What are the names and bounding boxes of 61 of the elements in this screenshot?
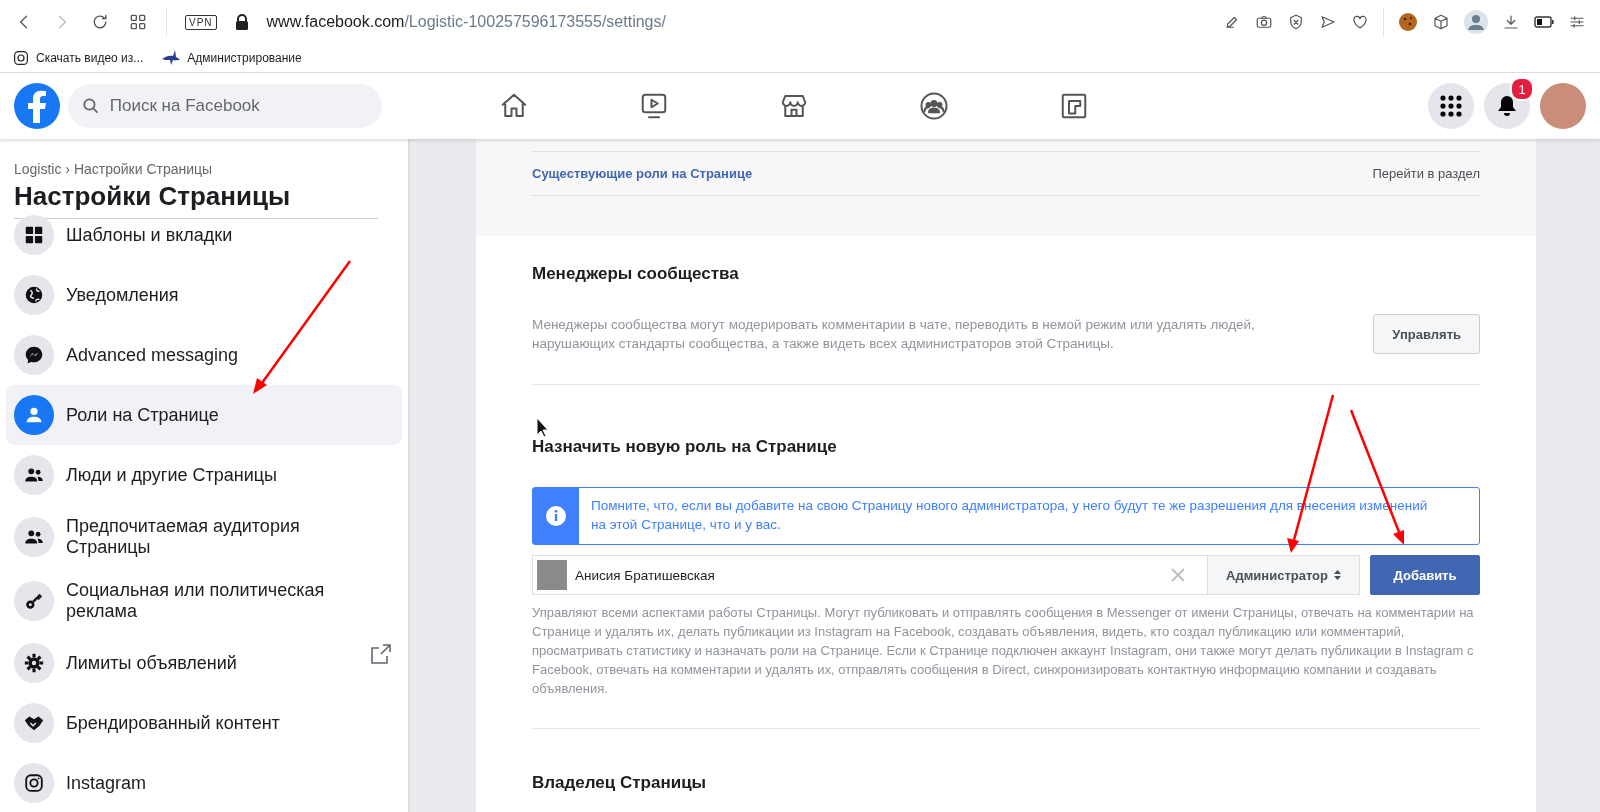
- globe-icon: [23, 284, 45, 306]
- sort-caret-icon: [1334, 570, 1341, 580]
- section-description: Менеджеры сообщества могут модерировать комментарии в чате, переводить в немой режим или удалять людей, нарушающих стандарты сообщества, а также видеть всех администраторов этой Страницы.: [532, 316, 1256, 353]
- profile-icon[interactable]: [1464, 10, 1488, 34]
- avatar[interactable]: [1540, 83, 1586, 129]
- sidebar-item[interactable]: Instagram: [6, 753, 402, 812]
- shield-icon[interactable]: [1287, 13, 1305, 31]
- add-button[interactable]: Добавить: [1370, 555, 1480, 595]
- bookmark-link[interactable]: Скачать видео из...: [36, 51, 144, 65]
- photo-placeholder: [537, 560, 567, 590]
- bookmark-link[interactable]: Администрирование: [187, 51, 302, 65]
- facebook-logo[interactable]: [14, 83, 60, 129]
- cube-icon[interactable]: [1432, 13, 1450, 31]
- bell-icon: [1497, 95, 1517, 117]
- manage-button[interactable]: Управлять: [1373, 314, 1480, 354]
- video-icon[interactable]: [639, 91, 669, 121]
- role-description: Управляют всеми аспектами работы Страницы. Могут публиковать и отправлять сообщения в Messenger от имени Страницы, отвечать на комментарии на Странице и удалять их, делать публикации из Instagram на Facebook, создавать объявления, видеть, кто создал публикацию или комментарий, просматривать статистику и назначать роли на Странице. Если к Странице подключен аккаунт Instagram, они также могут делать публикации в Instagram с Facebook, отвечать на комментарии и удалять их, отправлять сообщения в Direct, синхронизировать контактную информацию компании и создавать объявления.: [532, 604, 1475, 698]
- sidebar-title: Настройки Страницы: [14, 181, 292, 212]
- external-link-icon[interactable]: [370, 643, 392, 665]
- info-icon: [546, 506, 566, 526]
- heart-icon[interactable]: [1351, 13, 1369, 31]
- notification-badge: 1: [1510, 77, 1534, 101]
- role-select[interactable]: Администратор: [1207, 555, 1360, 595]
- sidebar-item[interactable]: Уведомления: [6, 265, 402, 325]
- search-field[interactable]: Поиск на Facebook: [68, 84, 382, 128]
- tabs-grid-icon[interactable]: [128, 12, 148, 32]
- section-title: Менеджеры сообщества: [532, 264, 740, 284]
- section-title: Назначить новую роль на Странице: [532, 437, 838, 457]
- person-input-field[interactable]: Анисия Братишевская: [532, 555, 1208, 595]
- sidebar-item[interactable]: Лимиты объявлений: [6, 633, 402, 693]
- sidebar-item[interactable]: Брендированный контент: [6, 693, 402, 753]
- dots-grid-icon: [1440, 95, 1462, 117]
- send-icon[interactable]: [1319, 13, 1337, 31]
- search-input[interactable]: Поиск на Facebook: [107, 95, 368, 117]
- sidebar-item[interactable]: Люди и другие Страницы: [6, 445, 402, 505]
- sidebar-item[interactable]: Роли на Странице: [6, 385, 402, 445]
- battery-icon: [1534, 16, 1554, 28]
- go-to-section-link[interactable]: Перейти в раздел: [1372, 166, 1480, 181]
- instagram-icon: [23, 772, 45, 794]
- gaming-icon[interactable]: [1059, 91, 1089, 121]
- address-bar-url[interactable]: www.facebook.com/Logistic-100257596173555/settings/: [266, 13, 666, 31]
- grid-icon: [23, 224, 45, 246]
- sliders-icon[interactable]: [1568, 13, 1586, 31]
- existing-roles-link[interactable]: Существующие роли на Странице: [532, 166, 753, 181]
- sidebar-item[interactable]: Advanced messaging: [6, 325, 402, 385]
- vpn-badge[interactable]: VPN: [185, 14, 217, 30]
- lock-icon: [234, 14, 249, 30]
- section-title: Владелец Страницы: [532, 773, 708, 793]
- instagram-icon[interactable]: [12, 49, 30, 67]
- menu-button[interactable]: [1428, 83, 1474, 129]
- mouse-cursor-icon: [536, 417, 549, 438]
- group-icon[interactable]: [919, 91, 949, 121]
- cookie-icon[interactable]: [1398, 12, 1418, 32]
- camera-icon[interactable]: [1255, 13, 1273, 31]
- breadcrumb: Logistic › Настройки Страницы: [14, 161, 214, 177]
- sidebar-item[interactable]: Социальная или политическая реклама: [6, 569, 402, 633]
- gear-icon: [23, 652, 45, 674]
- download-icon[interactable]: [1502, 13, 1520, 31]
- sidebar-item[interactable]: Предпочитаемая аудитория Страницы: [6, 505, 402, 569]
- search-icon: [82, 97, 100, 115]
- messenger-icon: [23, 344, 45, 366]
